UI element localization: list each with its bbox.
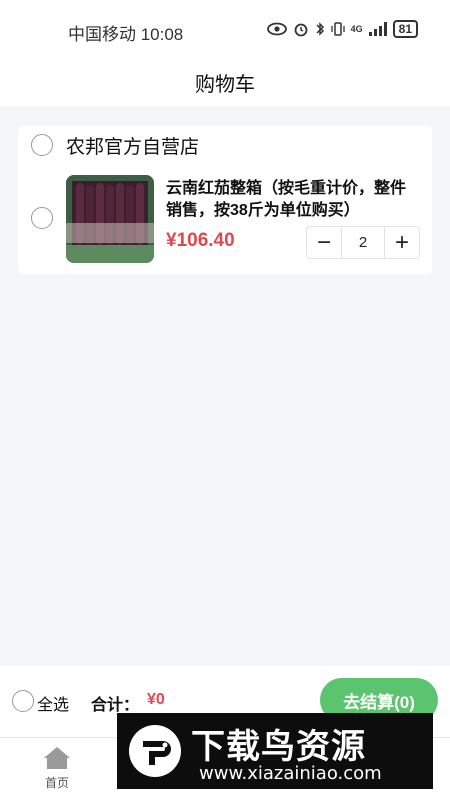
header: 购物车 [0, 60, 450, 106]
quantity-stepper: − 2 + [306, 226, 420, 259]
bluetooth-icon [316, 22, 324, 36]
product-title[interactable]: 云南红茄整箱（按毛重计价，整件销售，按38斤为单位购买） [166, 178, 418, 222]
total-label: 合计： [91, 697, 140, 714]
eye-icon [266, 22, 287, 36]
store-name[interactable]: 农邦官方自营店 [66, 132, 199, 159]
status-bar: 中国移动 10:08 4G 81 [0, 0, 450, 60]
tab-home-label: 首页 [44, 776, 69, 790]
increase-quantity-button[interactable]: + [385, 227, 419, 258]
select-all-label[interactable]: 全选 [37, 691, 69, 715]
product-thumbnail[interactable] [66, 175, 154, 263]
decrease-quantity-button[interactable]: − [307, 227, 341, 258]
bird-logo [129, 725, 181, 777]
status-carrier-time: 中国移动 10:08 [68, 25, 184, 44]
tab-home[interactable]: 首页 [27, 746, 87, 791]
product-image [66, 175, 154, 263]
status-icons: 4G 81 [266, 20, 418, 38]
home-icon [44, 747, 70, 769]
watermark-url: www.xiazainiao.com [199, 763, 382, 784]
vibrate-icon [330, 22, 345, 36]
total-value: ¥0 [147, 691, 165, 708]
signal-icon [368, 22, 387, 36]
select-all-radio[interactable] [12, 690, 34, 712]
product-price: ¥106.40 [166, 230, 235, 251]
watermark-title: 下载鸟资源 [191, 727, 366, 767]
watermark-banner: 下载鸟资源 www.xiazainiao.com [117, 713, 433, 789]
quantity-value[interactable]: 2 [341, 227, 385, 258]
store-card: 农邦官方自营店 云南红茄整箱（按毛重计价，整件销售，按38斤为单位购买） ¥10… [18, 126, 432, 274]
network-label: 4G [350, 24, 363, 34]
store-select-radio[interactable] [31, 134, 53, 156]
alarm-icon [294, 23, 308, 37]
battery-indicator: 81 [392, 20, 418, 38]
page-title: 购物车 [195, 74, 255, 96]
item-select-radio[interactable] [31, 207, 53, 229]
